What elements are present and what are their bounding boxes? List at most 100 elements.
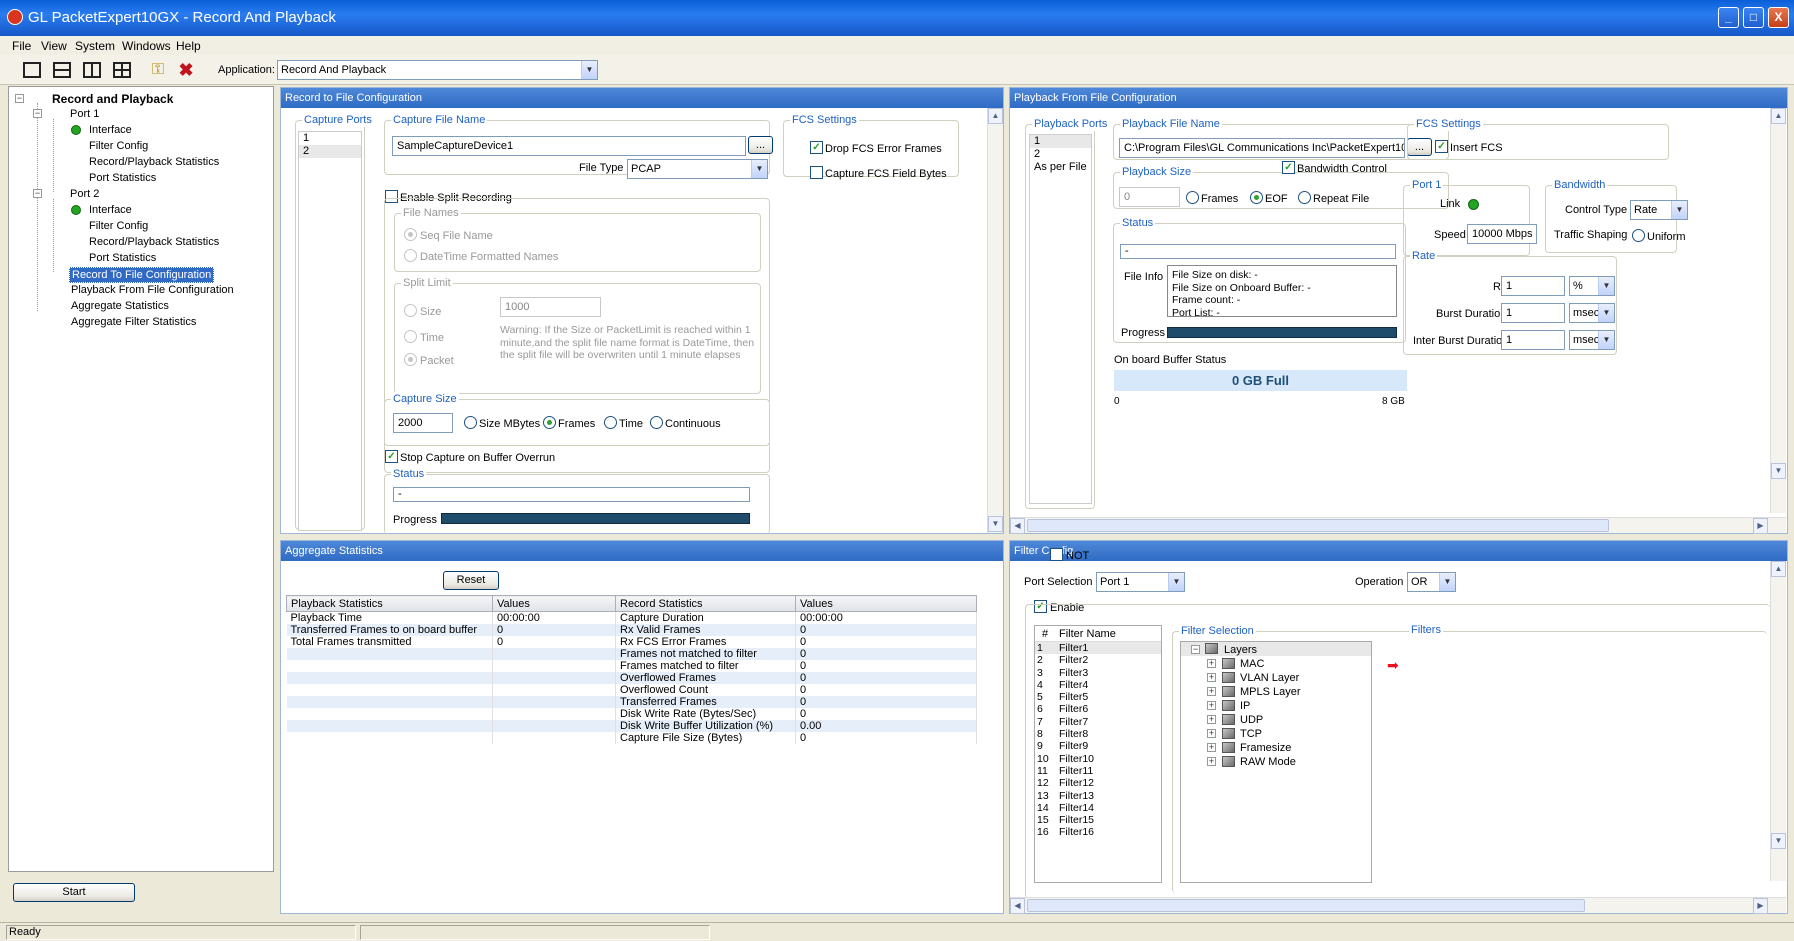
file-type-select[interactable]: PCAP ▼ [627,159,768,179]
layer-item[interactable]: VLAN Layer [1240,671,1299,685]
size-mbytes-radio[interactable] [464,416,477,429]
burst-unit-select[interactable]: msec ▼ [1569,303,1615,323]
key-icon[interactable]: ⚿ [146,59,170,81]
capture-size-input[interactable]: 2000 [393,413,453,433]
filter-list-item[interactable]: 14 Filter14 [1035,802,1161,814]
filter-list-item[interactable]: 12 Filter12 [1035,777,1161,789]
vertical-scrollbar[interactable]: ▲ ▼ [1770,108,1786,513]
inter-burst-input[interactable]: 1 [1501,330,1565,350]
split-packet-radio[interactable] [404,353,417,366]
column-header[interactable]: Record Statistics [615,595,796,612]
playback-ports-list[interactable]: 1 2 As per File [1029,134,1092,504]
filter-list-item[interactable]: 7 Filter7 [1035,716,1161,728]
playback-size-input[interactable]: 0 [1119,187,1180,207]
scroll-down-icon[interactable]: ▼ [988,516,1003,532]
list-item[interactable]: 1 [1030,135,1091,148]
tree-playback-config[interactable]: Playback From File Configuration [71,283,234,297]
capture-file-name-input[interactable]: SampleCaptureDevice1 [392,136,746,156]
layer-item[interactable]: MAC [1240,657,1264,671]
reset-button[interactable]: Reset [443,571,499,590]
expand-icon[interactable]: + [1207,673,1216,682]
filter-list-item[interactable]: 3 Filter3 [1035,667,1161,679]
list-item[interactable]: 1 [299,132,361,145]
expand-icon[interactable]: + [1207,729,1216,738]
tree-root[interactable]: Record and Playback [52,92,173,106]
layer-item[interactable]: Framesize [1240,741,1291,755]
tree-port2-rp-statistics[interactable]: Record/Playback Statistics [89,235,219,249]
layers-root[interactable]: Layers [1224,643,1257,657]
scroll-right-icon[interactable]: ▶ [1753,898,1768,914]
filter-list[interactable]: # Filter Name 1 Filter1 2 Filter2 3 Filter3 4 F… [1034,625,1162,883]
menu-view[interactable]: View [41,39,67,53]
split-size-radio[interactable] [404,304,417,317]
filter-list-item[interactable]: 13 Filter13 [1035,790,1161,802]
split-limit-input[interactable]: 1000 [500,297,601,317]
column-header[interactable]: Playback Statistics [286,595,493,612]
expand-icon[interactable]: + [1207,701,1216,710]
pb-frames-radio[interactable] [1186,191,1199,204]
expand-icon[interactable]: + [1207,659,1216,668]
scroll-thumb[interactable] [1027,519,1609,532]
filter-list-item[interactable]: 6 Filter6 [1035,703,1161,715]
frames-radio[interactable] [543,416,556,429]
port-selection-select[interactable]: Port 1 ▼ [1096,572,1185,592]
expand-icon[interactable]: + [1207,743,1216,752]
collapse-icon[interactable]: − [33,109,42,118]
tree-port1-port-statistics[interactable]: Port Statistics [89,171,156,185]
arrow-right-icon[interactable]: ➡ [1387,657,1399,674]
expand-icon[interactable]: + [1207,715,1216,724]
tree-port1-rp-statistics[interactable]: Record/Playback Statistics [89,155,219,169]
scroll-up-icon[interactable]: ▲ [988,108,1003,124]
filter-list-item[interactable]: 11 Filter11 [1035,765,1161,777]
start-button[interactable]: Start [13,883,135,902]
continuous-radio[interactable] [650,416,663,429]
layer-item[interactable]: MPLS Layer [1240,685,1301,699]
bandwidth-control-checkbox[interactable]: ✓ [1282,161,1295,174]
column-header[interactable]: Values [492,595,616,612]
capture-fcs-checkbox[interactable] [810,166,823,179]
list-item[interactable]: 2 [299,145,361,158]
filter-list-item[interactable]: 15 Filter15 [1035,814,1161,826]
delete-icon[interactable]: ✖ [174,59,198,81]
horizontal-split-icon[interactable] [50,59,74,81]
menu-system[interactable]: System [75,39,115,53]
filter-list-item[interactable]: 10 Filter10 [1035,753,1161,765]
capture-ports-list[interactable]: 1 2 [298,131,362,531]
operation-select[interactable]: OR ▼ [1407,572,1456,592]
tree-port-2[interactable]: Port 2 [70,187,99,201]
control-type-select[interactable]: Rate ▼ [1630,200,1688,220]
expand-icon[interactable]: + [1207,757,1216,766]
minimize-button[interactable]: _ [1718,7,1739,28]
filter-list-item[interactable]: 1 Filter1 [1035,642,1161,655]
pb-repeat-radio[interactable] [1298,191,1311,204]
stop-capture-checkbox[interactable]: ✓ [385,450,398,463]
scroll-down-icon[interactable]: ▼ [1771,463,1786,479]
not-checkbox[interactable] [1050,548,1063,561]
burst-duration-input[interactable]: 1 [1501,303,1565,323]
filter-list-item[interactable]: 8 Filter8 [1035,728,1161,740]
seq-file-radio[interactable] [404,228,417,241]
horizontal-scrollbar[interactable]: ◀ ▶ [1010,897,1786,914]
filter-list-item[interactable]: 2 Filter2 [1035,654,1161,666]
filter-list-item[interactable]: 16 Filter16 [1035,826,1161,838]
insert-fcs-checkbox[interactable]: ✓ [1435,140,1448,153]
split-time-radio[interactable] [404,330,417,343]
menu-windows[interactable]: Windows [122,39,171,53]
tree-port2-port-statistics[interactable]: Port Statistics [89,251,156,265]
tree-aggregate-statistics[interactable]: Aggregate Statistics [71,299,169,313]
scroll-thumb[interactable] [1027,899,1585,912]
expand-icon[interactable]: + [1207,687,1216,696]
horizontal-scrollbar[interactable]: ◀ ▶ [1010,517,1786,534]
menu-help[interactable]: Help [176,39,201,53]
vertical-scrollbar[interactable]: ▲ ▼ [987,108,1003,533]
rate-input[interactable]: 1 [1501,276,1565,296]
filter-list-item[interactable]: 9 Filter9 [1035,740,1161,752]
datetime-file-radio[interactable] [404,249,417,262]
collapse-icon[interactable]: − [33,189,42,198]
filter-list-item[interactable]: 5 Filter5 [1035,691,1161,703]
list-item[interactable]: 2 [1030,148,1091,161]
tree-record-config[interactable]: Record To File Configuration [69,267,215,283]
playback-file-name-input[interactable]: C:\Program Files\GL Communications Inc\P… [1119,138,1405,158]
application-select[interactable]: Record And Playback ▼ [277,60,598,80]
close-button[interactable]: X [1768,7,1789,28]
